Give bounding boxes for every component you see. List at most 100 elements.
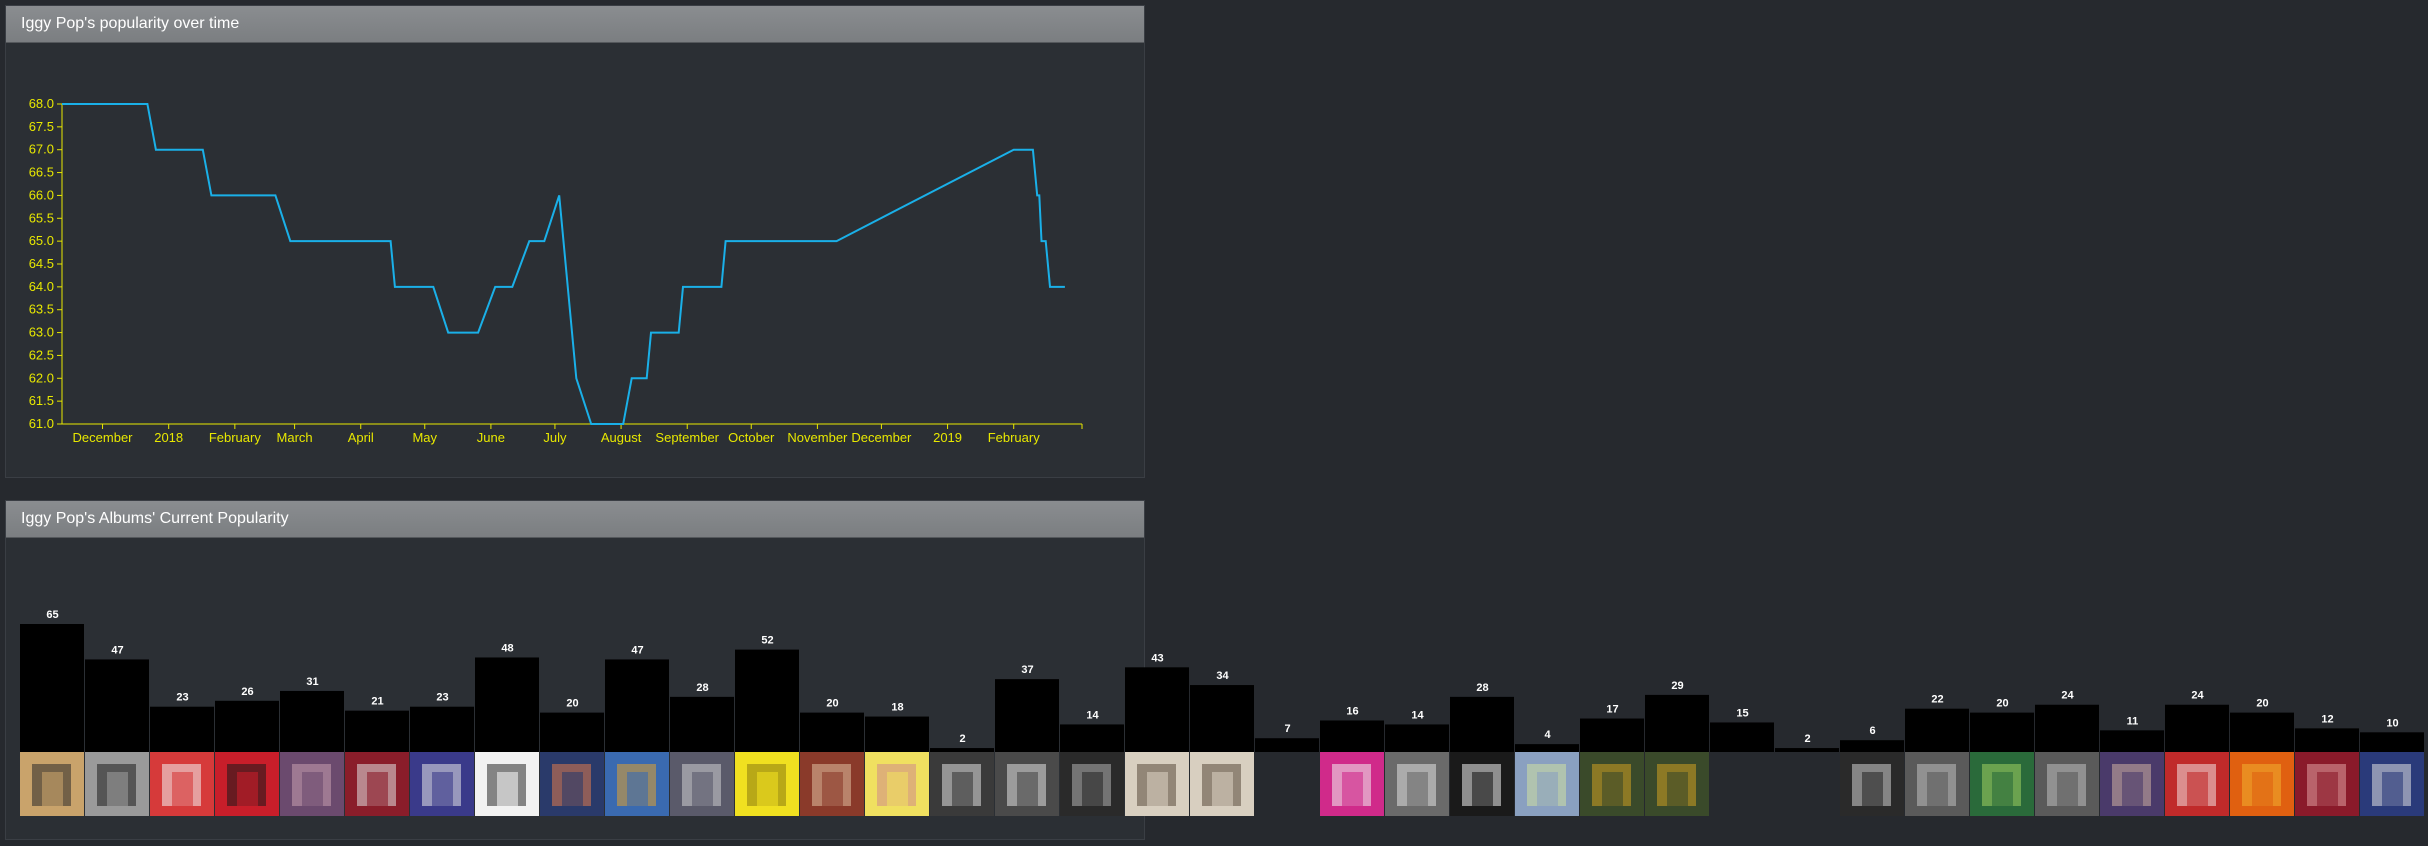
album-bar xyxy=(1190,685,1254,752)
album-bar xyxy=(800,712,864,752)
album-cover-image xyxy=(410,752,474,816)
album-cover-image xyxy=(1905,752,1969,816)
album-bar-value: 20 xyxy=(2256,698,2268,710)
album-cover-image xyxy=(1320,752,1384,816)
album-bar-value: 52 xyxy=(761,635,773,647)
album-bar xyxy=(1970,712,2034,752)
album-bar xyxy=(1255,738,1319,752)
album-bar-value: 7 xyxy=(1284,723,1290,735)
album-bar xyxy=(1515,744,1579,752)
album-bar xyxy=(85,659,149,752)
album-bar xyxy=(1905,708,1969,752)
album-cover-image xyxy=(1840,752,1904,816)
album-bar-value: 20 xyxy=(566,698,578,710)
album-bar-value: 34 xyxy=(1216,670,1229,682)
album-bar xyxy=(735,649,799,752)
album-cover-image xyxy=(20,752,84,816)
album-bar xyxy=(280,690,344,752)
album-bar-value: 24 xyxy=(2061,690,2074,702)
album-bar-value: 12 xyxy=(2321,713,2333,725)
album-bar-value: 28 xyxy=(696,682,708,694)
album-bar xyxy=(1125,667,1189,752)
album-cover-image xyxy=(605,752,669,816)
album-cover-image xyxy=(1515,752,1579,816)
album-bar-value: 14 xyxy=(1411,709,1424,721)
album-bar-value: 2 xyxy=(1804,733,1810,745)
album-bar xyxy=(1060,724,1124,752)
album-bar-value: 21 xyxy=(371,696,383,708)
album-bar-value: 16 xyxy=(1346,705,1358,717)
album-bar xyxy=(605,659,669,752)
album-cover-image xyxy=(1580,752,1644,816)
album-bar-value: 4 xyxy=(1544,729,1551,741)
album-cover-image xyxy=(215,752,279,816)
album-bar xyxy=(215,700,279,752)
album-bar xyxy=(1385,724,1449,752)
album-bar xyxy=(1320,720,1384,752)
album-bar-value: 24 xyxy=(2191,690,2204,702)
album-bar xyxy=(1775,748,1839,752)
album-bar xyxy=(1580,718,1644,752)
album-bar-value: 47 xyxy=(631,644,643,656)
album-cover-image xyxy=(735,752,799,816)
album-bar-value: 15 xyxy=(1736,707,1748,719)
album-cover-image xyxy=(670,752,734,816)
album-bar xyxy=(540,712,604,752)
album-cover-image xyxy=(280,752,344,816)
album-bar-value: 47 xyxy=(111,644,123,656)
album-bar xyxy=(20,624,84,752)
album-cover-image xyxy=(85,752,149,816)
album-cover-image xyxy=(2165,752,2229,816)
album-cover-image xyxy=(540,752,604,816)
album-bar-value: 37 xyxy=(1021,664,1033,676)
album-bar xyxy=(2295,728,2359,752)
album-cover-image xyxy=(150,752,214,816)
album-bar-value: 48 xyxy=(501,642,513,654)
album-bar-value: 43 xyxy=(1151,652,1163,664)
album-bar xyxy=(2100,730,2164,752)
album-bar xyxy=(2360,732,2424,752)
album-bar xyxy=(410,706,474,752)
album-cover-image xyxy=(2295,752,2359,816)
album-cover-image xyxy=(1970,752,2034,816)
album-bar xyxy=(930,748,994,752)
album-bar-value: 31 xyxy=(306,676,318,688)
album-cover-image xyxy=(2230,752,2294,816)
album-bar-value: 10 xyxy=(2386,717,2398,729)
album-cover-image xyxy=(2100,752,2164,816)
album-cover-image xyxy=(345,752,409,816)
album-cover-image xyxy=(1450,752,1514,816)
album-cover-image xyxy=(1385,752,1449,816)
album-bar-value: 17 xyxy=(1606,704,1618,716)
album-cover-image xyxy=(1125,752,1189,816)
album-cover-image xyxy=(2035,752,2099,816)
album-bar-value: 11 xyxy=(2127,715,2139,727)
album-bar-value: 22 xyxy=(1931,694,1943,706)
album-bar xyxy=(2230,712,2294,752)
album-cover-image xyxy=(930,752,994,816)
album-bar-value: 18 xyxy=(891,702,903,714)
album-bar-value: 20 xyxy=(826,698,838,710)
album-bar xyxy=(995,679,1059,752)
album-bar-value: 29 xyxy=(1671,680,1683,692)
album-cover-image xyxy=(995,752,1059,816)
album-cover-image xyxy=(1645,752,1709,816)
album-bar-value: 2 xyxy=(959,733,965,745)
album-bar-value: 65 xyxy=(46,609,58,621)
album-bar-value: 28 xyxy=(1476,682,1488,694)
album-bar xyxy=(150,706,214,752)
album-bar xyxy=(1710,722,1774,752)
album-bar xyxy=(670,696,734,752)
album-bar xyxy=(1450,696,1514,752)
album-bar-value: 23 xyxy=(176,692,188,704)
album-cover-image xyxy=(800,752,864,816)
album-bar xyxy=(1840,740,1904,752)
album-bar xyxy=(1645,694,1709,752)
album-cover-image xyxy=(475,752,539,816)
album-bar-value: 26 xyxy=(241,686,253,698)
album-popularity-bar-chart: 654723 263121 23482047285220 18237144334716… xyxy=(20,609,2424,816)
album-bar xyxy=(345,710,409,752)
album-cover-image xyxy=(865,752,929,816)
album-bar xyxy=(2035,704,2099,752)
album-bar-value: 6 xyxy=(1869,725,1875,737)
